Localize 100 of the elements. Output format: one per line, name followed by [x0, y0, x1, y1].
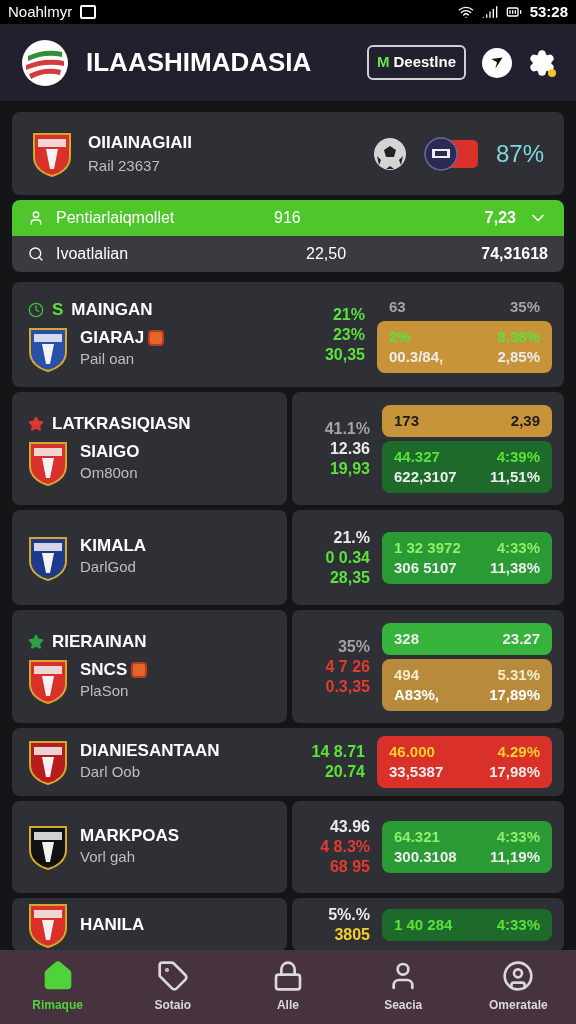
odds-value: 68 95	[329, 857, 370, 877]
odds-value: 4:39%	[496, 446, 540, 467]
team-name: KIMALA	[80, 536, 147, 557]
odds-card[interactable]: 35% 4 7 26 0.3,35 328 23.27 494 5.31% A83%, 17,89%	[292, 610, 564, 723]
odds-value: 2,39	[510, 410, 540, 431]
featured-subtitle: Rail 23637	[88, 156, 161, 176]
odds-card[interactable]: 5%.% 3805 1 40 284 4:33%	[292, 898, 564, 950]
nav-tab[interactable]: Alle	[237, 960, 338, 1014]
featured-card[interactable]: OIIAINAGIAII Rail 23637 87%	[12, 112, 564, 195]
odds-value: 41.1%	[324, 418, 370, 439]
notification-icon	[80, 5, 97, 19]
league-name: LATKRASIQIASN	[52, 412, 191, 435]
nav-tab[interactable]: Rimaque	[7, 960, 108, 1014]
person-icon	[28, 210, 44, 226]
match-card[interactable]: DIANIESANTAAN Darl Oob 14 8.71 20.74 46.000 4.29% 33,5387 17,98%	[12, 728, 564, 796]
odds-value: 5%.%	[328, 904, 370, 925]
team-name: DIANIESANTAAN	[80, 740, 220, 761]
team-name: SIAIGO	[80, 442, 140, 462]
odds-value: 35%	[337, 636, 370, 657]
odds-card[interactable]: 21.% 0 0.34 28,35 1 32 3972 4:33% 306 5107 11,38%	[292, 510, 564, 605]
odds-value: 2%	[389, 326, 411, 347]
team-card[interactable]: KIMALA DarlGod	[12, 510, 287, 605]
match-card[interactable]: S MAINGAN GIARAJ Pail oan 21% 23% 30,35 63 35% 2% 8.38% 00.3/84, 2,85%	[12, 282, 564, 387]
clock-time: 53:28	[529, 1, 568, 22]
odds-value: 328	[394, 628, 420, 649]
odds-value: 4.29%	[497, 742, 540, 762]
team-subtitle: Om80on	[80, 463, 139, 483]
row-total: 7,23	[483, 208, 516, 228]
crest-icon	[28, 739, 68, 785]
mode-button[interactable]: M Deestlne	[366, 45, 466, 80]
app-title: ILAASHIMADASIA	[86, 46, 313, 79]
odds-value: 0.3,35	[325, 676, 370, 697]
team-name: SNCS	[80, 660, 128, 680]
odds-value: 43.96	[329, 817, 370, 837]
odds-value: 23.27	[502, 628, 540, 649]
odds-value: 173	[394, 410, 420, 431]
odds-value: 28,35	[329, 567, 370, 588]
odds-value: 2,85%	[497, 346, 540, 367]
crest-icon	[28, 901, 68, 948]
team-subtitle: DarlGod	[80, 557, 137, 578]
carrier-name: Noahlmyr	[8, 1, 73, 22]
odds-value: 4:33%	[496, 537, 540, 558]
wifi-icon	[457, 4, 474, 20]
crest-icon	[28, 326, 68, 373]
odds-value: 11,19%	[489, 847, 540, 867]
search-icon	[28, 246, 44, 262]
odds-value: 3805	[334, 924, 370, 945]
odds-value: 30,35	[324, 344, 365, 365]
odds-value: 23%	[332, 324, 365, 345]
odds-value: 4:33%	[496, 827, 540, 847]
odds-value: 5.31%	[497, 664, 540, 685]
nav-tab[interactable]: Omeratale	[468, 960, 569, 1014]
team-subtitle: PlaSon	[80, 681, 130, 701]
league-mark: S	[52, 298, 64, 321]
crest-icon	[28, 534, 68, 581]
featured-percent: 87%	[495, 138, 544, 169]
row-value: 22,50	[306, 244, 348, 264]
toggle-icon	[423, 136, 480, 171]
tag-icon	[156, 960, 189, 992]
odds-card[interactable]: 43.96 4 8.3% 68 95 64.321 4:33% 300.3108 11,19%	[292, 801, 564, 893]
odds-value: 46.000	[389, 742, 435, 762]
odds-value: 622,3107	[394, 466, 457, 487]
odds-value: 300.3108	[394, 847, 457, 867]
signal-icon	[481, 4, 498, 20]
odds-value: 11,51%	[489, 466, 540, 487]
league-name: RIERAINAN	[52, 630, 147, 653]
odds-value: 19,93	[329, 458, 370, 479]
odds-value: 1 32 3972	[394, 537, 461, 558]
odds-value: 4 8.3%	[320, 837, 370, 857]
odds-value: 12.36	[329, 438, 370, 459]
soccer-ball-icon	[371, 135, 408, 172]
odds-value: 4 7 26	[325, 656, 370, 677]
league-name: MAINGAN	[71, 298, 153, 321]
odds-value: A83%,	[394, 684, 440, 705]
team-subtitle: Vorl gah	[80, 846, 137, 867]
odds-value: 11,38%	[489, 557, 540, 578]
odds-card[interactable]: 41.1% 12.36 19,93 173 2,39 44.327 4:39% 622,3107 11,51%	[292, 392, 564, 505]
odds-value: 35%	[509, 296, 540, 317]
odds-value: 0 0.34	[325, 547, 370, 568]
crest-icon	[28, 440, 68, 487]
search-row[interactable]: Ivoatlalian 22,50 74,31618	[12, 236, 564, 272]
team-card[interactable]: MARKPOAS Vorl gah	[12, 801, 287, 893]
team-card[interactable]: LATKRASIQIASN SIAIGO Om80on	[12, 392, 287, 505]
team-card[interactable]: RIERAINAN SNCS PlaSon	[12, 610, 287, 723]
nav-tab[interactable]: Seacia	[353, 960, 454, 1014]
compass-button[interactable]	[482, 47, 512, 78]
odds-value: 494	[394, 664, 420, 685]
row-total: 74,31618	[480, 244, 548, 264]
odds-value: 17,98%	[489, 762, 540, 782]
team-card[interactable]: HANILA	[12, 898, 287, 950]
settings-button[interactable]	[528, 48, 556, 77]
team-name: GIARAJ	[80, 328, 145, 348]
row-label: Pentiarlaiqmollet	[56, 208, 176, 228]
odds-value: 1 40 284	[394, 914, 453, 935]
odds-value: 21.%	[333, 527, 370, 548]
odds-value: 63	[389, 296, 406, 317]
nav-tab[interactable]: Sotaio	[122, 960, 223, 1014]
crest-icon	[28, 658, 68, 705]
odds-value: 33,5387	[389, 762, 444, 782]
crest-icon	[32, 130, 72, 177]
